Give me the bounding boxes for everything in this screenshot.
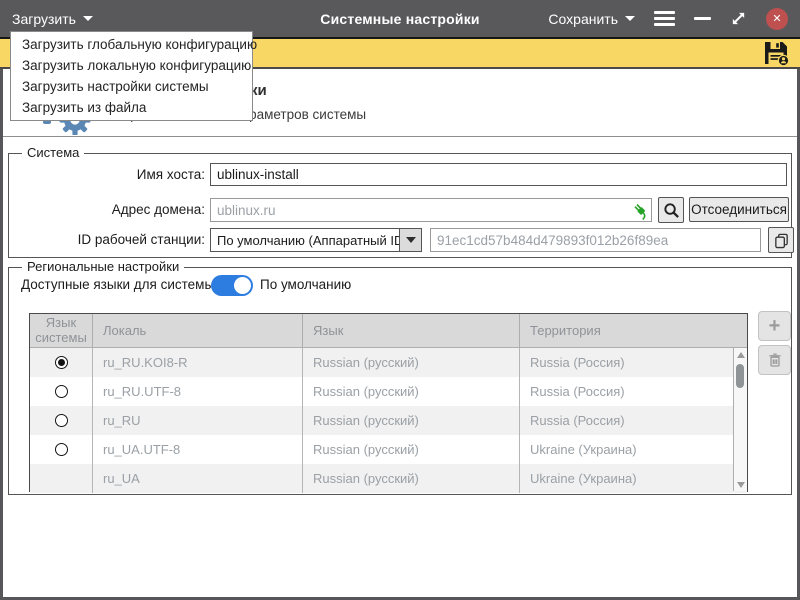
hamburger-menu-icon[interactable] (654, 11, 675, 26)
domain-label: Адрес домена: (11, 202, 205, 217)
regional-section: Региональные настройки Доступные языки д… (8, 267, 792, 495)
menu-item-load-local-config[interactable]: Загрузить локальную конфигурацию (11, 55, 252, 76)
plug-connected-icon (631, 201, 650, 220)
station-id-selected-value: По умолчанию (Аппаратный ID) (211, 233, 399, 248)
close-button[interactable]: ✕ (766, 8, 788, 30)
copy-id-button[interactable] (768, 227, 794, 253)
row-radio[interactable] (55, 414, 68, 427)
search-icon (663, 202, 680, 219)
menu-item-load-from-file[interactable]: Загрузить из файла (11, 97, 252, 118)
cell-language: Russian (русский) (302, 348, 519, 377)
add-locale-button[interactable]: + (758, 311, 791, 341)
cell-language: Russian (русский) (302, 377, 519, 406)
header-divider (3, 136, 797, 137)
cell-territory: Ukraine (Украина) (519, 464, 747, 493)
menu-item-load-global-config[interactable]: Загрузить глобальную конфигурацию (11, 34, 252, 55)
row-radio[interactable] (55, 385, 68, 398)
scroll-down-arrow[interactable] (734, 478, 747, 491)
toggle-state-label: По умолчанию (260, 277, 351, 292)
domain-search-button[interactable] (658, 197, 684, 223)
table-body: ru_RU.KOI8-R Russian (русский) Russia (Р… (30, 348, 747, 491)
disconnect-label: Отсоединиться (691, 202, 787, 217)
cell-territory: Russia (Россия) (519, 348, 747, 377)
trash-icon (767, 352, 783, 368)
table-header-row: Язык системы Локаль Язык Территория (30, 314, 747, 348)
domain-input[interactable] (210, 198, 652, 222)
col-header-locale[interactable]: Локаль (92, 314, 302, 347)
table-row[interactable]: ru_UA.UTF-8 Russian (русский) Ukraine (У… (30, 435, 747, 464)
cell-locale: ru_UA.UTF-8 (92, 435, 302, 464)
table-row[interactable]: ru_UA Russian (русский) Ukraine (Украина… (30, 464, 747, 493)
table-row[interactable]: ru_RU.UTF-8 Russian (русский) Russia (Ро… (30, 377, 747, 406)
hostname-label: Имя хоста: (11, 167, 205, 182)
locales-table: Язык системы Локаль Язык Территория ru_R… (29, 313, 748, 492)
table-scrollbar[interactable] (733, 348, 747, 491)
cell-locale: ru_RU.UTF-8 (92, 377, 302, 406)
col-header-territory[interactable]: Территория (519, 314, 747, 347)
hostname-input[interactable] (210, 163, 787, 186)
main-content: Системные настройки Настройка основных п… (3, 69, 797, 597)
station-id-select[interactable]: По умолчанию (Аппаратный ID) (210, 228, 422, 252)
menu-item-load-system-settings[interactable]: Загрузить настройки системы (11, 76, 252, 97)
load-menu-button[interactable]: Загрузить (12, 11, 93, 27)
combo-arrow-button[interactable] (399, 229, 421, 251)
app-window: Загрузить Системные настройки Сохранить … (0, 0, 800, 600)
row-radio[interactable] (55, 356, 68, 369)
cell-locale: ru_UA (92, 464, 302, 493)
chevron-down-icon (625, 16, 635, 21)
cell-language: Russian (русский) (302, 435, 519, 464)
cell-territory: Russia (Россия) (519, 377, 747, 406)
col-header-language[interactable]: Язык (302, 314, 519, 347)
cell-territory: Russia (Россия) (519, 406, 747, 435)
cell-locale: ru_RU.KOI8-R (92, 348, 302, 377)
chevron-down-icon (83, 16, 93, 21)
copy-icon (773, 232, 790, 249)
chevron-down-icon (406, 237, 416, 243)
disconnect-button[interactable]: Отсоединиться (689, 197, 789, 222)
save-admin-button[interactable] (763, 40, 789, 66)
load-menu-label: Загрузить (12, 11, 76, 27)
col-header-system-language[interactable]: Язык системы (30, 314, 92, 347)
available-languages-label: Доступные языки для системы: (21, 277, 218, 292)
cell-language: Russian (русский) (302, 406, 519, 435)
close-icon: ✕ (772, 12, 781, 25)
minimize-button[interactable] (694, 17, 711, 20)
system-section-legend: Система (22, 145, 84, 160)
window-title: Системные настройки (320, 11, 479, 27)
cell-territory: Ukraine (Украина) (519, 435, 747, 464)
save-menu-button[interactable]: Сохранить (548, 11, 635, 27)
regional-section-legend: Региональные настройки (22, 259, 184, 274)
plus-icon: + (769, 315, 781, 338)
cell-locale: ru_RU (92, 406, 302, 435)
titlebar-actions: Сохранить ✕ (548, 8, 788, 30)
row-radio[interactable] (55, 443, 68, 456)
languages-toggle[interactable] (211, 275, 253, 296)
cell-language: Russian (русский) (302, 464, 519, 493)
station-id-hash-input[interactable] (430, 228, 761, 252)
scrollbar-thumb[interactable] (736, 364, 744, 388)
table-row[interactable]: ru_RU.KOI8-R Russian (русский) Russia (Р… (30, 348, 747, 377)
save-menu-label: Сохранить (548, 11, 618, 27)
scroll-up-arrow[interactable] (734, 348, 747, 361)
delete-locale-button[interactable] (758, 345, 791, 375)
station-id-label: ID рабочей станции: (11, 232, 205, 247)
maximize-button[interactable] (730, 10, 747, 27)
table-row[interactable]: ru_RU Russian (русский) Russia (Россия) (30, 406, 747, 435)
load-dropdown-menu: Загрузить глобальную конфигурацию Загруз… (10, 31, 253, 121)
